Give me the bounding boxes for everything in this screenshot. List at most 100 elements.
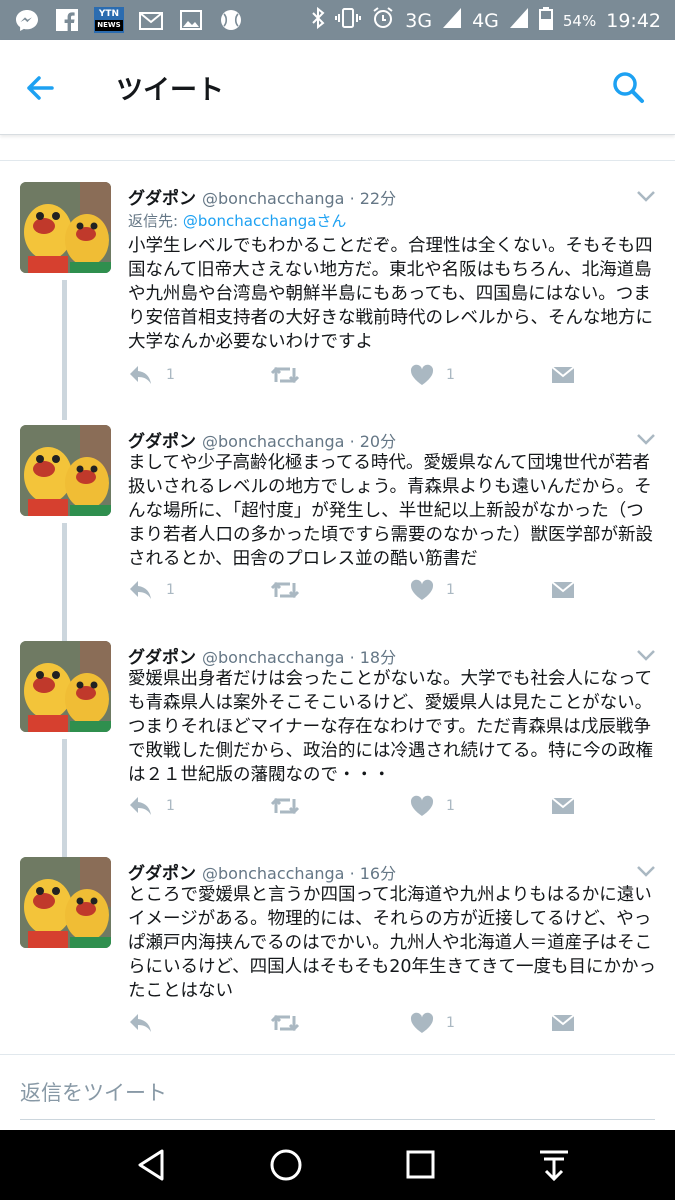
- reply-icon: [130, 366, 151, 384]
- like-button[interactable]: 1: [410, 791, 455, 821]
- tweet-text: 小学生レベルでもわかることだぞ。合理性は全くない。そもそも四国なんて旧帝大さえな…: [128, 236, 653, 352]
- tweet-header: グダポン @bonchacchanga · 20分: [128, 427, 396, 452]
- reply-context: 返信先: @bonchacchangaさん: [128, 210, 346, 231]
- baseball-icon: [218, 7, 244, 33]
- username[interactable]: @bonchacchanga: [202, 189, 344, 208]
- reply-button[interactable]: 1: [128, 575, 175, 605]
- reply-count: 1: [166, 367, 175, 383]
- back-button[interactable]: [22, 70, 58, 106]
- back-arrow-icon: [27, 76, 54, 100]
- tweet-menu-button[interactable]: [636, 431, 656, 445]
- image-icon: [178, 7, 204, 33]
- thread-line: [62, 523, 67, 641]
- tweet-menu-button[interactable]: [636, 188, 656, 202]
- network-4g-label: 4G: [472, 9, 499, 32]
- vibrate-icon: [335, 6, 362, 35]
- direct-message-button[interactable]: [550, 575, 576, 605]
- notification-icons: YTN NEWS: [14, 7, 244, 33]
- direct-message-button[interactable]: [550, 360, 576, 390]
- battery-percent: 54%: [562, 11, 597, 30]
- tweet-actions: 1 1: [128, 360, 648, 390]
- retweet-button[interactable]: [270, 1008, 300, 1038]
- clock: 19:42: [606, 9, 661, 32]
- reply-icon: [130, 1014, 151, 1032]
- avatar[interactable]: [20, 857, 111, 948]
- username[interactable]: @bonchacchanga: [202, 648, 344, 667]
- nav-back-button[interactable]: [132, 1147, 172, 1183]
- bluetooth-icon: [311, 6, 325, 35]
- display-name[interactable]: グダポン: [128, 189, 196, 209]
- avatar[interactable]: [20, 425, 111, 516]
- retweet-button[interactable]: [270, 791, 300, 821]
- tweet-item[interactable]: グダポン @bonchacchanga · 20分 ましてや少子高齢化極まってる時…: [0, 425, 675, 641]
- tweet-header: グダポン @bonchacchanga · 16分: [128, 859, 396, 884]
- retweet-icon: [270, 581, 300, 599]
- chevron-down-icon: [637, 650, 655, 661]
- avatar[interactable]: [20, 641, 111, 732]
- reply-icon: [130, 581, 151, 599]
- tweet-menu-button[interactable]: [636, 863, 656, 877]
- search-button[interactable]: [611, 70, 645, 104]
- search-icon: [613, 72, 644, 103]
- reply-input[interactable]: 返信をツイート: [20, 1077, 652, 1107]
- tweet-actions: 1 1: [128, 575, 648, 605]
- duck-mascot-image: [20, 641, 111, 732]
- reply-prefix: 返信先:: [128, 212, 179, 230]
- avatar[interactable]: [20, 182, 111, 273]
- reply-to-link[interactable]: @bonchacchangaさん: [183, 212, 347, 230]
- signal-3g-icon: [442, 7, 462, 34]
- direct-message-button[interactable]: [550, 791, 576, 821]
- tweet-item[interactable]: グダポン @bonchacchanga · 16分 ところで愛媛県と言うか四国って…: [0, 857, 675, 1047]
- like-button[interactable]: 1: [410, 360, 455, 390]
- nav-notifications-button[interactable]: [534, 1147, 574, 1183]
- tweet-menu-button[interactable]: [636, 647, 656, 661]
- display-name[interactable]: グダポン: [128, 648, 196, 668]
- reply-button[interactable]: [128, 1008, 166, 1038]
- heart-icon: [410, 579, 434, 600]
- facebook-icon: [54, 7, 80, 33]
- thread-line: [62, 739, 67, 857]
- thread-line: [62, 280, 67, 420]
- network-3g-label: 3G: [405, 9, 433, 32]
- tweet-actions: 1: [128, 1008, 648, 1038]
- like-button[interactable]: 1: [410, 575, 455, 605]
- reply-button[interactable]: 1: [128, 791, 175, 821]
- reply-composer: 返信をツイート: [0, 1054, 675, 1133]
- like-count: 1: [446, 1015, 455, 1031]
- display-name[interactable]: グダポン: [128, 432, 196, 452]
- like-button[interactable]: 1: [410, 1008, 455, 1038]
- envelope-icon: [551, 366, 575, 383]
- envelope-icon: [551, 797, 575, 814]
- chevron-down-icon: [637, 866, 655, 877]
- tweet-item[interactable]: グダポン @bonchacchanga · 18分 愛媛県出身者だけは会ったことが…: [0, 641, 675, 857]
- retweet-icon: [270, 797, 300, 815]
- tweet-header: グダポン @bonchacchanga · 22分: [128, 184, 396, 209]
- pull-down-icon: [540, 1150, 568, 1182]
- direct-message-button[interactable]: [550, 1008, 576, 1038]
- system-status: 3G 4G 54% 19:42: [311, 6, 661, 35]
- retweet-icon: [270, 1014, 300, 1032]
- envelope-icon: [551, 1014, 575, 1031]
- nav-recents-button[interactable]: [400, 1147, 440, 1183]
- navigation-bar: [0, 1130, 675, 1200]
- tweet-item[interactable]: グダポン @bonchacchanga · 22分 返信先: @bonchacch…: [0, 182, 675, 420]
- timestamp: · 18分: [349, 648, 397, 667]
- timestamp: · 20分: [349, 432, 397, 451]
- retweet-button[interactable]: [270, 575, 300, 605]
- duck-mascot-image: [20, 425, 111, 516]
- divider: [0, 160, 675, 161]
- like-count: 1: [446, 367, 455, 383]
- ytn-news-icon: YTN NEWS: [94, 7, 124, 33]
- envelope-icon: [551, 581, 575, 598]
- retweet-button[interactable]: [270, 360, 300, 390]
- tweet-text: 愛媛県出身者だけは会ったことがないな。大学でも社会人になっても青森県人は案外そこ…: [128, 669, 653, 785]
- username[interactable]: @bonchacchanga: [202, 432, 344, 451]
- mail-icon: [138, 7, 164, 33]
- messenger-icon: [14, 7, 40, 33]
- username[interactable]: @bonchacchanga: [202, 864, 344, 883]
- tweet-actions: 1 1: [128, 791, 648, 821]
- reply-button[interactable]: 1: [128, 360, 175, 390]
- input-underline: [20, 1119, 655, 1120]
- nav-home-button[interactable]: [266, 1147, 306, 1183]
- display-name[interactable]: グダポン: [128, 864, 196, 884]
